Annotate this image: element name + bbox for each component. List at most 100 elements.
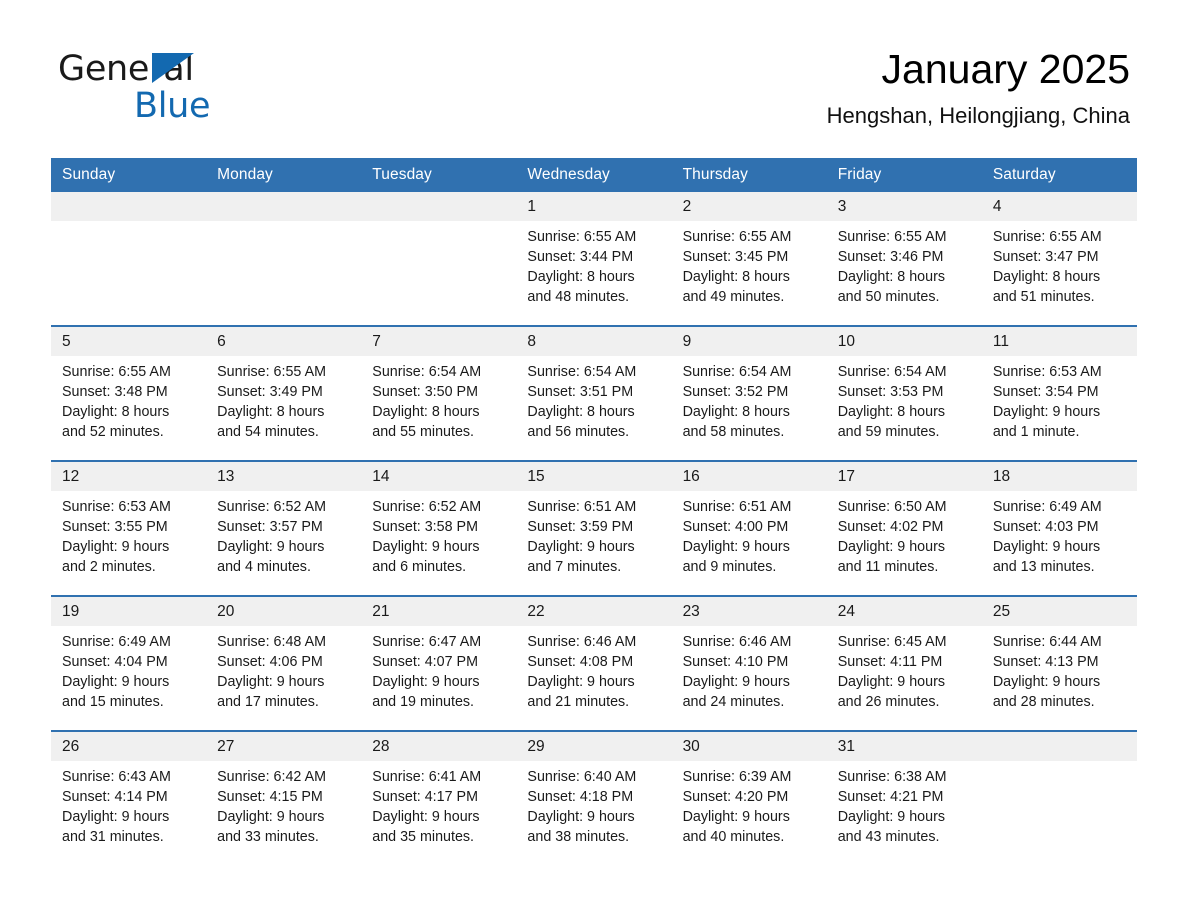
calendar-body: 1 Sunrise: 6:55 AM Sunset: 3:44 PM Daylig…	[51, 192, 1137, 865]
day-sun-info: Sunrise: 6:55 AM Sunset: 3:44 PM Dayligh…	[527, 229, 637, 305]
calendar-day-cell[interactable]: 16 Sunrise: 6:51 AM Sunset: 4:00 PM Dayli…	[671, 460, 827, 596]
calendar-day-cell[interactable]: 20 Sunrise: 6:48 AM Sunset: 4:06 PM Dayli…	[206, 595, 362, 731]
weekday-header-tuesday: Tuesday	[361, 158, 517, 192]
day-sun-info: Sunrise: 6:45 AM Sunset: 4:11 PM Dayligh…	[837, 634, 947, 710]
calendar-day-cell[interactable]: 24 Sunrise: 6:45 AM Sunset: 4:11 PM Dayli…	[826, 595, 982, 731]
calendar-day-cell[interactable]: 22 Sunrise: 6:46 AM Sunset: 4:08 PM Dayli…	[516, 595, 672, 731]
calendar-page: General Blue January 2025 Hengshan, Heil…	[0, 0, 1188, 918]
day-sun-info: Sunrise: 6:51 AM Sunset: 4:00 PM Dayligh…	[682, 499, 792, 575]
day-sun-info: Sunrise: 6:55 AM Sunset: 3:48 PM Dayligh…	[62, 364, 171, 440]
day-sun-info: Sunrise: 6:52 AM Sunset: 3:58 PM Dayligh…	[372, 499, 482, 575]
day-number: 11	[981, 327, 1137, 356]
day-sun-info: Sunrise: 6:46 AM Sunset: 4:08 PM Dayligh…	[527, 634, 637, 710]
weekday-header-wednesday: Wednesday	[516, 158, 672, 192]
calendar-week-row: 12 Sunrise: 6:53 AM Sunset: 3:55 PM Dayli…	[51, 460, 1137, 596]
page-header: General Blue January 2025 Hengshan, Heil…	[0, 0, 1188, 128]
calendar-day-cell[interactable]: 28 Sunrise: 6:41 AM Sunset: 4:17 PM Dayli…	[361, 730, 517, 865]
calendar-day-cell[interactable]: 30 Sunrise: 6:39 AM Sunset: 4:20 PM Dayli…	[671, 730, 827, 865]
day-sun-info: Sunrise: 6:49 AM Sunset: 4:04 PM Dayligh…	[62, 634, 171, 710]
day-sun-info: Sunrise: 6:54 AM Sunset: 3:52 PM Dayligh…	[682, 364, 792, 440]
day-number: 18	[981, 462, 1137, 491]
day-sun-info: Sunrise: 6:53 AM Sunset: 3:54 PM Dayligh…	[992, 364, 1102, 440]
calendar-day-cell[interactable]: 19 Sunrise: 6:49 AM Sunset: 4:04 PM Dayli…	[51, 595, 207, 731]
day-sun-info: Sunrise: 6:52 AM Sunset: 3:57 PM Dayligh…	[217, 499, 327, 575]
day-sun-info: Sunrise: 6:50 AM Sunset: 4:02 PM Dayligh…	[837, 499, 947, 575]
calendar-day-cell[interactable]: 3 Sunrise: 6:55 AM Sunset: 3:46 PM Daylig…	[826, 192, 982, 326]
day-number: 2	[671, 192, 827, 221]
day-number: 6	[206, 327, 362, 356]
calendar-day-cell[interactable]: 2 Sunrise: 6:55 AM Sunset: 3:45 PM Daylig…	[671, 192, 827, 326]
day-number: 22	[516, 597, 672, 626]
day-sun-info: Sunrise: 6:49 AM Sunset: 4:03 PM Dayligh…	[992, 499, 1102, 575]
day-sun-info: Sunrise: 6:46 AM Sunset: 4:10 PM Dayligh…	[682, 634, 792, 710]
calendar-day-cell[interactable]: 11 Sunrise: 6:53 AM Sunset: 3:54 PM Dayli…	[981, 325, 1137, 461]
calendar-day-cell[interactable]: 15 Sunrise: 6:51 AM Sunset: 3:59 PM Dayli…	[516, 460, 672, 596]
calendar-day-cell[interactable]: 23 Sunrise: 6:46 AM Sunset: 4:10 PM Dayli…	[671, 595, 827, 731]
day-sun-info: Sunrise: 6:42 AM Sunset: 4:15 PM Dayligh…	[217, 769, 327, 845]
weekday-header-monday: Monday	[206, 158, 362, 192]
day-sun-info: Sunrise: 6:41 AM Sunset: 4:17 PM Dayligh…	[372, 769, 482, 845]
calendar-header-row: Sunday Monday Tuesday Wednesday Thursday Frid…	[51, 158, 1137, 192]
day-number: 5	[51, 327, 207, 356]
day-number: 8	[516, 327, 672, 356]
calendar-day-cell[interactable]: 10 Sunrise: 6:54 AM Sunset: 3:53 PM Dayli…	[826, 325, 982, 461]
calendar-day-cell[interactable]: 25 Sunrise: 6:44 AM Sunset: 4:13 PM Dayli…	[981, 595, 1137, 731]
title-block: January 2025 Hengshan, Heilongjiang, Chi…	[827, 46, 1130, 130]
day-number: 23	[671, 597, 827, 626]
day-number: 7	[361, 327, 517, 356]
day-number: 19	[51, 597, 207, 626]
day-number: 1	[516, 192, 672, 221]
calendar-day-cell[interactable]: 4 Sunrise: 6:55 AM Sunset: 3:47 PM Daylig…	[981, 192, 1137, 326]
calendar-day-cell-empty	[981, 730, 1137, 865]
day-sun-info: Sunrise: 6:54 AM Sunset: 3:50 PM Dayligh…	[372, 364, 482, 440]
day-sun-info: Sunrise: 6:43 AM Sunset: 4:14 PM Dayligh…	[62, 769, 171, 845]
calendar-day-cell[interactable]: 14 Sunrise: 6:52 AM Sunset: 3:58 PM Dayli…	[361, 460, 517, 596]
general-blue-logo[interactable]: General Blue	[58, 52, 318, 124]
day-sun-info: Sunrise: 6:40 AM Sunset: 4:18 PM Dayligh…	[527, 769, 637, 845]
calendar-day-cell[interactable]: 21 Sunrise: 6:47 AM Sunset: 4:07 PM Dayli…	[361, 595, 517, 731]
day-number: 16	[671, 462, 827, 491]
day-number: 24	[826, 597, 982, 626]
day-sun-info: Sunrise: 6:48 AM Sunset: 4:06 PM Dayligh…	[217, 634, 327, 710]
calendar-day-cell[interactable]: 31 Sunrise: 6:38 AM Sunset: 4:21 PM Dayli…	[826, 730, 982, 865]
calendar-day-cell[interactable]: 8 Sunrise: 6:54 AM Sunset: 3:51 PM Daylig…	[516, 325, 672, 461]
day-sun-info: Sunrise: 6:47 AM Sunset: 4:07 PM Dayligh…	[372, 634, 482, 710]
day-number: 25	[981, 597, 1137, 626]
calendar-day-cell[interactable]: 27 Sunrise: 6:42 AM Sunset: 4:15 PM Dayli…	[206, 730, 362, 865]
calendar-day-cell[interactable]: 1 Sunrise: 6:55 AM Sunset: 3:44 PM Daylig…	[516, 192, 672, 326]
triangle-icon	[152, 53, 194, 83]
calendar-table: Sunday Monday Tuesday Wednesday Thursday Frid…	[51, 158, 1137, 865]
calendar-week-row: 5 Sunrise: 6:55 AM Sunset: 3:48 PM Daylig…	[51, 325, 1137, 461]
calendar-day-cell[interactable]: 9 Sunrise: 6:54 AM Sunset: 3:52 PM Daylig…	[671, 325, 827, 461]
calendar-day-cell[interactable]: 6 Sunrise: 6:55 AM Sunset: 3:49 PM Daylig…	[206, 325, 362, 461]
day-number: 30	[671, 732, 827, 761]
calendar-day-cell-empty	[361, 192, 517, 326]
weekday-header-saturday: Saturday	[981, 158, 1137, 192]
calendar-day-cell[interactable]: 26 Sunrise: 6:43 AM Sunset: 4:14 PM Dayli…	[51, 730, 207, 865]
calendar-day-cell[interactable]: 29 Sunrise: 6:40 AM Sunset: 4:18 PM Dayli…	[516, 730, 672, 865]
calendar-day-cell[interactable]: 18 Sunrise: 6:49 AM Sunset: 4:03 PM Dayli…	[981, 460, 1137, 596]
calendar-container: Sunday Monday Tuesday Wednesday Thursday Frid…	[51, 158, 1137, 865]
day-sun-info: Sunrise: 6:55 AM Sunset: 3:46 PM Dayligh…	[837, 229, 947, 305]
page-subtitle: Hengshan, Heilongjiang, China	[826, 103, 1130, 129]
day-sun-info: Sunrise: 6:53 AM Sunset: 3:55 PM Dayligh…	[62, 499, 171, 575]
calendar-day-cell[interactable]: 7 Sunrise: 6:54 AM Sunset: 3:50 PM Daylig…	[361, 325, 517, 461]
day-number: 12	[51, 462, 207, 491]
day-sun-info: Sunrise: 6:54 AM Sunset: 3:51 PM Dayligh…	[527, 364, 637, 440]
calendar-week-row: 26 Sunrise: 6:43 AM Sunset: 4:14 PM Dayli…	[51, 730, 1137, 865]
calendar-day-cell[interactable]: 12 Sunrise: 6:53 AM Sunset: 3:55 PM Dayli…	[51, 460, 207, 596]
calendar-day-cell[interactable]: 17 Sunrise: 6:50 AM Sunset: 4:02 PM Dayli…	[826, 460, 982, 596]
day-sun-info: Sunrise: 6:51 AM Sunset: 3:59 PM Dayligh…	[527, 499, 637, 575]
weekday-header-sunday: Sunday	[51, 158, 207, 192]
calendar-day-cell[interactable]: 13 Sunrise: 6:52 AM Sunset: 3:57 PM Dayli…	[206, 460, 362, 596]
day-number: 27	[206, 732, 362, 761]
day-number: 10	[826, 327, 982, 356]
calendar-day-cell[interactable]: 5 Sunrise: 6:55 AM Sunset: 3:48 PM Daylig…	[51, 325, 207, 461]
day-number: 13	[206, 462, 362, 491]
day-number: 9	[671, 327, 827, 356]
day-number: 29	[516, 732, 672, 761]
day-number: 17	[826, 462, 982, 491]
weekday-header-row: Sunday Monday Tuesday Wednesday Thursday Frid…	[51, 158, 1137, 192]
page-title: January 2025	[881, 46, 1130, 92]
calendar-week-row: 19 Sunrise: 6:49 AM Sunset: 4:04 PM Dayli…	[51, 595, 1137, 731]
